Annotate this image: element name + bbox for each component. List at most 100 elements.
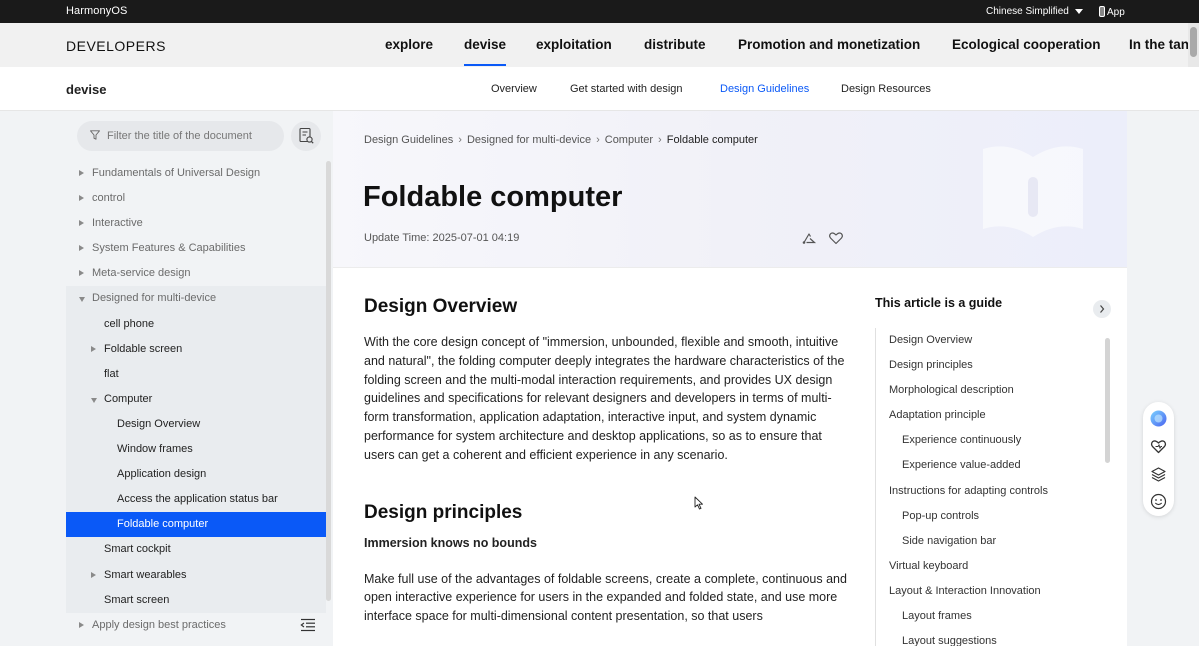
developers-logo[interactable]: DEVELOPERS: [66, 38, 166, 54]
toc-item[interactable]: Instructions for adapting controls: [876, 479, 1111, 504]
toc-scrollbar[interactable]: [1105, 338, 1110, 463]
toc-item[interactable]: Layout suggestions: [876, 629, 1111, 646]
caret-down-icon: [1074, 8, 1083, 14]
subsection-heading: Immersion knows no bounds: [364, 535, 537, 550]
sidebar-tree-item[interactable]: Fundamentals of Universal Design: [66, 161, 326, 186]
toc-item[interactable]: Pop-up controls: [876, 504, 1111, 529]
sidebar-tree-item[interactable]: Smart screen: [66, 587, 326, 613]
heart-icon[interactable]: [828, 230, 844, 246]
sidebar-tree-item[interactable]: Designed for multi-device: [66, 286, 326, 312]
sidebar-tree-item[interactable]: Window frames: [66, 437, 326, 463]
sidebar-tree-item[interactable]: control: [66, 186, 326, 211]
subnav-design-guidelines[interactable]: Design Guidelines: [720, 83, 809, 95]
sidebar-scrollbar[interactable]: [326, 161, 331, 601]
sidebar-tree-item[interactable]: Foldable screen: [66, 336, 326, 362]
toc-title: This article is a guide: [875, 296, 1003, 310]
caret-right-icon[interactable]: [79, 270, 84, 277]
immersion-paragraph: Make full use of the advantages of folda…: [364, 571, 847, 624]
feedback-heart-icon[interactable]: [1150, 438, 1167, 455]
sidebar-tree-label: cell phone: [104, 317, 155, 330]
nav-promotion[interactable]: Promotion and monetization: [738, 37, 920, 52]
nav-explore[interactable]: explore: [385, 37, 433, 52]
nav-ecological-cooperation[interactable]: Ecological cooperation: [952, 37, 1101, 52]
layers-icon[interactable]: [1150, 466, 1167, 483]
sidebar-tree-item[interactable]: Foldable computer: [66, 512, 326, 538]
toc-item[interactable]: Design principles: [876, 353, 1111, 378]
app-link[interactable]: App: [1099, 6, 1125, 18]
toc-item[interactable]: Design Overview: [876, 328, 1111, 353]
caret-right-icon[interactable]: [79, 220, 84, 227]
update-time: Update Time: 2025-07-01 04:19: [364, 232, 520, 244]
sidebar: Fundamentals of Universal Design control I…: [66, 111, 333, 646]
collapse-sidebar-icon[interactable]: [300, 618, 316, 632]
sidebar-tree-item[interactable]: Application design: [66, 462, 326, 488]
nav-devise[interactable]: devise: [464, 37, 507, 66]
caret-right-icon[interactable]: [91, 345, 96, 352]
assistant-orb-icon[interactable]: [1150, 410, 1167, 427]
sidebar-tree-item[interactable]: Access the application status bar: [66, 487, 326, 513]
sidebar-tree-label: Smart wearables: [104, 568, 187, 581]
toc-item[interactable]: Experience continuously: [876, 428, 1111, 453]
toc-item[interactable]: Experience value-added: [876, 453, 1111, 478]
caret-right-icon[interactable]: [79, 621, 84, 628]
toc-toggle-button[interactable]: [1093, 300, 1111, 318]
filter-icon: [90, 130, 100, 140]
filter-input[interactable]: [107, 127, 255, 145]
nav-exploitation[interactable]: exploitation: [536, 37, 612, 52]
sidebar-tree-label: Smart cockpit: [104, 543, 171, 556]
nav-in-the-tan[interactable]: In the tan: [1129, 37, 1189, 52]
sidebar-tree-label: Meta-service design: [92, 267, 191, 280]
toc-item[interactable]: Layout & Interaction Innovation: [876, 579, 1111, 604]
toc-item[interactable]: Layout frames: [876, 604, 1111, 629]
sidebar-tree-label: Computer: [104, 392, 153, 405]
right-gutter: [1127, 111, 1199, 646]
content: Design Guidelines › Designed for multi-dev…: [333, 111, 1127, 646]
page-header: Design Guidelines › Designed for multi-dev…: [333, 111, 1127, 268]
section-title: devise: [66, 82, 107, 97]
chevron-right-icon: ›: [658, 134, 662, 146]
toc-item[interactable]: Morphological description: [876, 378, 1111, 403]
phone-icon: [1099, 6, 1105, 17]
subnav-design-resources[interactable]: Design Resources: [841, 83, 931, 95]
sidebar-tree-item[interactable]: Apply design best practices: [66, 613, 326, 638]
language-selector[interactable]: Chinese Simplified: [986, 6, 1083, 17]
overview-paragraph: With the core design concept of "immersi…: [364, 335, 845, 462]
sidebar-tree-item[interactable]: Interactive: [66, 211, 326, 236]
breadcrumb-item[interactable]: Design Guidelines: [364, 134, 453, 146]
sidebar-tree-item[interactable]: Design Overview: [66, 411, 326, 438]
caret-right-icon[interactable]: [79, 170, 84, 176]
window-scrollbar[interactable]: [1188, 23, 1199, 67]
sidebar-tree-item[interactable]: Computer: [66, 386, 326, 412]
sidebar-tree-item[interactable]: System Features & Capabilities: [66, 236, 326, 261]
subnav-overview[interactable]: Overview: [491, 83, 537, 95]
caret-down-icon[interactable]: [91, 397, 97, 403]
sidebar-tree-item[interactable]: Smart cockpit: [66, 537, 326, 563]
sidebar-tree-item[interactable]: Smart wearables: [66, 562, 326, 588]
caret-right-icon[interactable]: [79, 245, 84, 252]
sidebar-tree-item[interactable]: cell phone: [66, 311, 326, 337]
toc-item[interactable]: Adaptation principle: [876, 403, 1111, 428]
section-heading: Design Overview: [364, 296, 518, 317]
toc-item[interactable]: Side navigation bar: [876, 529, 1111, 554]
table-of-contents: This article is a guide Design Overview D…: [875, 296, 1115, 646]
sidebar-tree-label: flat: [104, 367, 119, 380]
breadcrumb-item[interactable]: Computer: [605, 134, 653, 146]
caret-right-icon[interactable]: [91, 571, 96, 578]
nav-distribute[interactable]: distribute: [644, 37, 706, 52]
caret-right-icon[interactable]: [79, 195, 84, 202]
subnav-get-started[interactable]: Get started with design: [570, 83, 683, 95]
sidebar-tree-label: Smart screen: [104, 593, 170, 606]
brand-logo[interactable]: HarmonyOS: [66, 5, 127, 17]
app-label: App: [1107, 7, 1125, 18]
caret-down-icon[interactable]: [79, 297, 85, 303]
toc-item[interactable]: Virtual keyboard: [876, 554, 1111, 579]
share-icon[interactable]: [801, 230, 817, 246]
language-label: Chinese Simplified: [986, 6, 1069, 17]
breadcrumb-item[interactable]: Designed for multi-device: [467, 134, 591, 146]
chevron-right-icon: ›: [596, 134, 600, 146]
sidebar-tree-item[interactable]: flat: [66, 361, 326, 387]
smiley-icon[interactable]: [1150, 493, 1167, 510]
scrollbar-thumb[interactable]: [1190, 27, 1197, 57]
sidebar-tree-item[interactable]: Meta-service design: [66, 261, 326, 286]
document-search-button[interactable]: [291, 121, 321, 151]
